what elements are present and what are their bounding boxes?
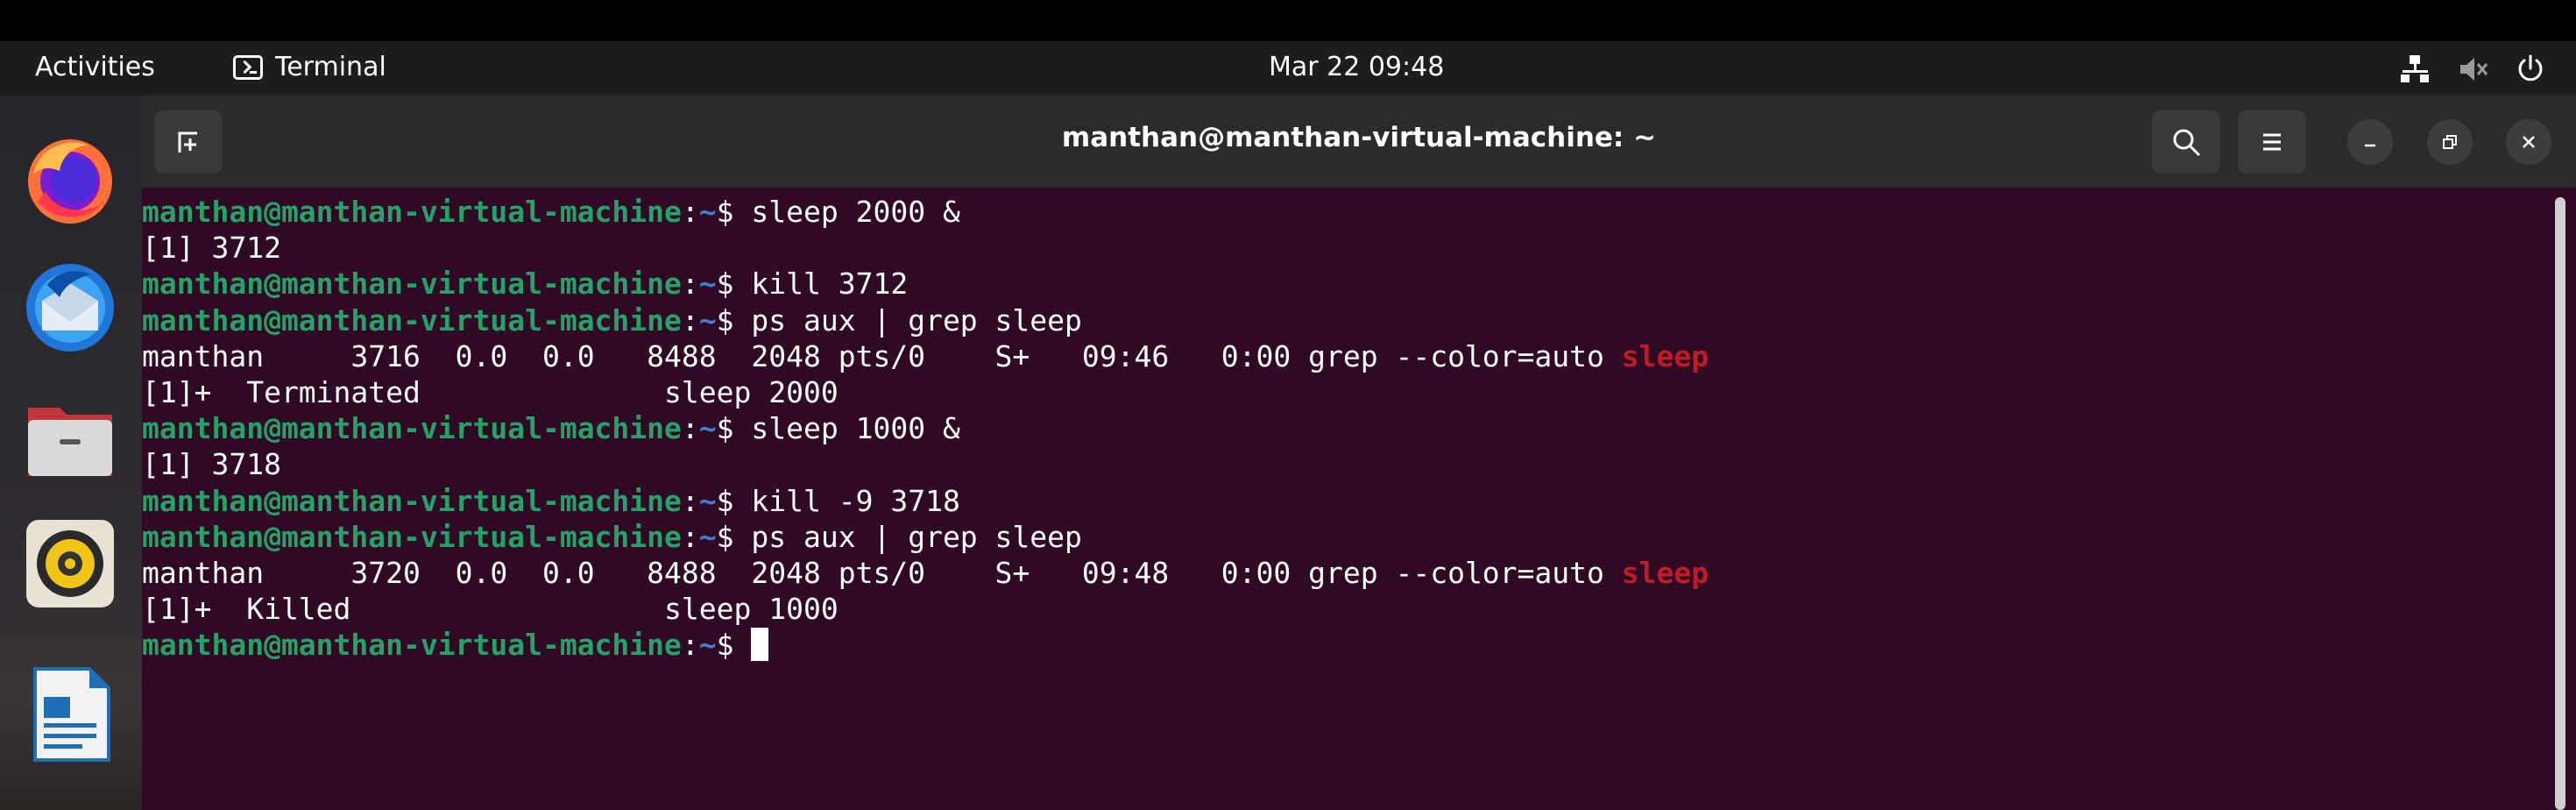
terminal-line: manthan@manthan-virtual-machine:~$ kill … <box>142 483 960 518</box>
rhythmbox-icon[interactable] <box>21 515 119 613</box>
terminal-output[interactable]: manthan@manthan-virtual-machine:~$ sleep… <box>142 188 2560 810</box>
prompt-symbol: $ <box>716 266 734 302</box>
output-text: [1] 3712 <box>142 231 281 266</box>
terminal-line: manthan@manthan-virtual-machine:~$ ps au… <box>142 302 1082 338</box>
terminal-window: manthan@manthan-virtual-machine: ~ manth… <box>142 96 2576 810</box>
search-button[interactable] <box>2152 110 2220 174</box>
prompt-path: ~ <box>698 483 717 518</box>
prompt-path: ~ <box>698 195 717 229</box>
terminal-line: [1]+ Terminated sleep 2000 <box>142 374 2560 410</box>
terminal-line: [1] 3718 <box>142 446 2560 482</box>
terminal-line: manthan@manthan-virtual-machine:~$ kill … <box>142 266 909 302</box>
network-icon[interactable] <box>2399 53 2431 85</box>
prompt-user-host: manthan@manthan-virtual-machine <box>142 519 682 554</box>
prompt-symbol: $ <box>716 483 734 518</box>
hamburger-menu-button[interactable] <box>2238 110 2306 174</box>
prompt-symbol: $ <box>716 628 734 663</box>
volume-muted-icon[interactable] <box>2457 53 2488 85</box>
command-text: sleep 2000 & <box>733 195 960 229</box>
prompt-symbol: $ <box>716 302 734 338</box>
output-text: [1]+ Killed sleep 1000 <box>142 592 839 627</box>
clock[interactable]: Mar 22 09:48 <box>1269 52 1444 82</box>
prompt-user-host: manthan@manthan-virtual-machine <box>142 411 682 446</box>
grep-match: sleep <box>1621 338 1709 373</box>
app-menu[interactable]: Terminal <box>233 52 386 82</box>
app-menu-label: Terminal <box>275 52 386 82</box>
terminal-line: manthan@manthan-virtual-machine:~$ ps au… <box>142 519 1082 554</box>
command-text: ps aux | grep sleep <box>733 302 1082 338</box>
terminal-line: manthan@manthan-virtual-machine:~$ sleep… <box>142 195 960 229</box>
prompt-path: ~ <box>698 411 717 446</box>
minimize-button[interactable] <box>2347 119 2393 165</box>
gnome-top-bar: Activities Terminal Mar 22 09:48 <box>0 41 2576 96</box>
prompt-symbol: $ <box>716 411 734 446</box>
command-text <box>734 628 752 662</box>
output-text: [1]+ Terminated sleep 2000 <box>142 374 839 409</box>
terminal-line: [1]+ Killed sleep 1000 <box>142 591 2560 627</box>
terminal-line: manthan 3720 0.0 0.0 8488 2048 pts/0 S+ … <box>142 555 2560 591</box>
prompt-user-host: manthan@manthan-virtual-machine <box>142 302 682 338</box>
prompt-user-host: manthan@manthan-virtual-machine <box>142 483 682 518</box>
prompt-symbol: $ <box>716 519 734 554</box>
prompt-user-host: manthan@manthan-virtual-machine <box>142 195 682 229</box>
libreoffice-writer-icon[interactable] <box>21 665 119 764</box>
prompt-user-host: manthan@manthan-virtual-machine <box>142 628 682 663</box>
top-black-band <box>0 0 2576 41</box>
command-text: ps aux | grep sleep <box>733 519 1082 554</box>
restore-button[interactable] <box>2427 119 2473 165</box>
system-tray[interactable] <box>2399 53 2546 85</box>
output-text: manthan 3716 0.0 0.0 8488 2048 pts/0 S+ … <box>142 338 1622 373</box>
prompt-path: ~ <box>698 302 717 338</box>
terminal-icon <box>233 54 263 80</box>
close-button[interactable] <box>2506 119 2551 165</box>
command-text: kill 3712 <box>733 266 909 302</box>
files-icon[interactable] <box>21 387 119 485</box>
dock <box>0 96 142 810</box>
prompt-path: ~ <box>698 628 717 663</box>
command-text: kill -9 3718 <box>733 483 960 518</box>
firefox-icon[interactable] <box>21 131 119 229</box>
thunderbird-icon[interactable] <box>21 259 119 357</box>
terminal-line: manthan@manthan-virtual-machine:~$ sleep… <box>142 411 960 446</box>
output-text: [1] 3718 <box>142 447 281 482</box>
prompt-symbol: $ <box>716 195 734 229</box>
grep-match: sleep <box>1621 555 1709 590</box>
activities-button[interactable]: Activities <box>35 52 155 82</box>
headerbar: manthan@manthan-virtual-machine: ~ <box>142 96 2576 188</box>
terminal-line: manthan 3716 0.0 0.0 8488 2048 pts/0 S+ … <box>142 338 2560 374</box>
output-text: manthan 3720 0.0 0.0 8488 2048 pts/0 S+ … <box>142 555 1622 590</box>
restore-icon <box>2443 135 2457 149</box>
scrollbar[interactable] <box>2555 197 2565 810</box>
minimize-icon <box>2365 144 2375 147</box>
prompt-path: ~ <box>698 519 717 554</box>
command-text: sleep 1000 & <box>733 411 960 446</box>
prompt-path: ~ <box>698 266 717 302</box>
power-icon[interactable] <box>2515 53 2546 85</box>
text-cursor <box>751 628 769 662</box>
search-icon <box>2173 129 2200 156</box>
close-icon <box>2523 136 2535 148</box>
hamburger-icon <box>2263 133 2281 151</box>
terminal-line: [1] 3712 <box>142 230 2560 266</box>
terminal-line: manthan@manthan-virtual-machine:~$ <box>142 627 2560 663</box>
prompt-user-host: manthan@manthan-virtual-machine <box>142 266 682 302</box>
